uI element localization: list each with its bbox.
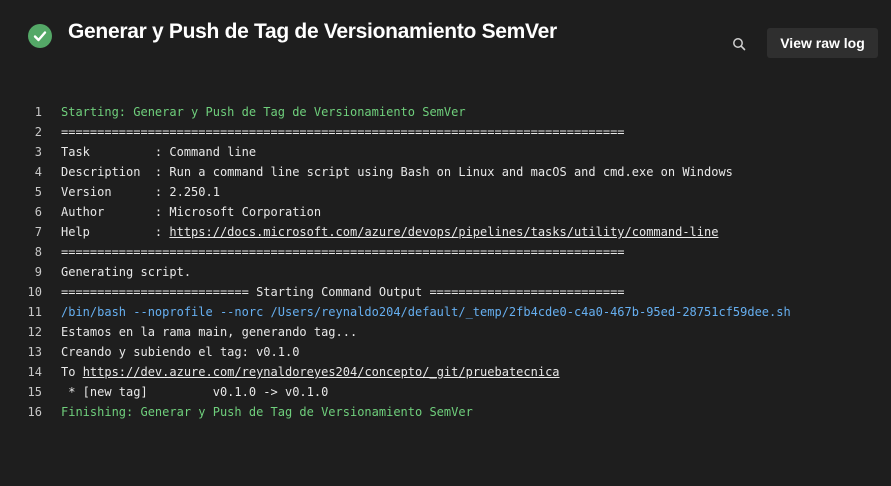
log-text-segment: Version : 2.250.1 — [61, 185, 220, 199]
log-output: 1 Starting: Generar y Push de Tag de Vers… — [0, 102, 891, 422]
log-text-segment: Estamos en la rama main, generando tag..… — [61, 325, 358, 339]
line-number: 9 — [34, 265, 42, 279]
line-text: Description : Run a command line script … — [61, 162, 733, 182]
log-line: 16 Finishing: Generar y Push de Tag de Ve… — [0, 402, 891, 422]
log-line: 6 Author : Microsoft Corporation — [0, 202, 891, 222]
search-button[interactable] — [727, 32, 751, 56]
line-number: 13 — [27, 345, 42, 359]
line-text: To https://dev.azure.com/reynaldoreyes20… — [61, 362, 560, 382]
search-icon — [733, 38, 746, 51]
line-text: Starting: Generar y Push de Tag de Versi… — [61, 102, 466, 122]
log-line: 10 ========================== Starting Co… — [0, 282, 891, 302]
log-line: 8 =======================================… — [0, 242, 891, 262]
line-number: 1 — [34, 105, 42, 119]
line-text: Finishing: Generar y Push de Tag de Vers… — [61, 402, 473, 422]
line-text: Task : Command line — [61, 142, 256, 162]
line-text: ========================================… — [61, 122, 625, 142]
log-text-segment: ========================================… — [61, 245, 625, 259]
line-number: 8 — [34, 245, 42, 259]
line-number: 3 — [34, 145, 42, 159]
log-text-segment: Description : Run a command line script … — [61, 165, 733, 179]
log-line: 12 Estamos en la rama main, generando tag… — [0, 322, 891, 342]
line-number: 7 — [34, 225, 42, 239]
log-text-segment: Task : Command line — [61, 145, 257, 159]
log-text-segment: Help : — [61, 225, 170, 239]
line-number: 16 — [27, 405, 42, 419]
line-text: Generating script. — [61, 262, 191, 282]
log-text-segment: To — [61, 365, 83, 379]
view-raw-log-button[interactable]: View raw log — [767, 28, 878, 58]
line-number: 6 — [34, 205, 42, 219]
log-line: 5 Version : 2.250.1 — [0, 182, 891, 202]
line-text: Version : 2.250.1 — [61, 182, 220, 202]
log-line: 15 * [new tag] v0.1.0 -> v0.1.0 — [0, 382, 891, 402]
line-text: ========================== Starting Comm… — [61, 282, 625, 302]
line-number: 11 — [27, 305, 42, 319]
line-number: 10 — [27, 285, 42, 299]
log-text-segment: Author : Microsoft Corporation — [61, 205, 322, 219]
log-text-segment: ========================================… — [61, 125, 625, 139]
line-text: Help : https://docs.microsoft.com/azure/… — [61, 222, 718, 242]
log-line: 2 =======================================… — [0, 122, 891, 142]
line-number: 2 — [34, 125, 42, 139]
log-text-segment: * [new tag] v0.1.0 -> v0.1.0 — [61, 385, 329, 399]
log-header: Generar y Push de Tag de Versionamiento … — [0, 0, 891, 80]
line-number: 12 — [27, 325, 42, 339]
page-title: Generar y Push de Tag de Versionamiento … — [68, 20, 557, 43]
log-text-segment: /bin/bash --noprofile --norc /Users/reyn… — [61, 305, 791, 319]
line-number: 4 — [34, 165, 42, 179]
line-text: ========================================… — [61, 242, 625, 262]
line-text: Creando y subiendo el tag: v0.1.0 — [61, 342, 299, 362]
log-text-segment: Creando y subiendo el tag: v0.1.0 — [61, 345, 300, 359]
line-number: 5 — [34, 185, 42, 199]
line-text: * [new tag] v0.1.0 -> v0.1.0 — [61, 382, 328, 402]
log-line: 1 Starting: Generar y Push de Tag de Vers… — [0, 102, 891, 122]
line-number: 14 — [27, 365, 42, 379]
line-text: Estamos en la rama main, generando tag..… — [61, 322, 357, 342]
log-line: 13 Creando y subiendo el tag: v0.1.0 — [0, 342, 891, 362]
log-text-segment: Generating script. — [61, 265, 192, 279]
log-line: 3 Task : Command line — [0, 142, 891, 162]
log-line: 9 Generating script. — [0, 262, 891, 282]
log-line: 14 To https://dev.azure.com/reynaldoreyes… — [0, 362, 891, 382]
line-text: /bin/bash --noprofile --norc /Users/reyn… — [61, 302, 791, 322]
log-text-segment: Starting: Generar y Push de Tag de Versi… — [61, 105, 466, 119]
log-text-segment: Finishing: Generar y Push de Tag de Vers… — [61, 405, 473, 419]
line-text: Author : Microsoft Corporation — [61, 202, 321, 222]
log-line: 7 Help : https://docs.microsoft.com/azure… — [0, 222, 891, 242]
log-link[interactable]: https://dev.azure.com/reynaldoreyes204/c… — [83, 365, 560, 379]
success-check-icon — [28, 24, 52, 48]
log-line: 4 Description : Run a command line script… — [0, 162, 891, 182]
line-number: 15 — [27, 385, 42, 399]
log-line: 11/bin/bash --noprofile --norc /Users/re… — [0, 302, 891, 322]
log-link[interactable]: https://docs.microsoft.com/azure/devops/… — [169, 225, 718, 239]
log-text-segment: ========================== Starting Comm… — [61, 285, 625, 299]
